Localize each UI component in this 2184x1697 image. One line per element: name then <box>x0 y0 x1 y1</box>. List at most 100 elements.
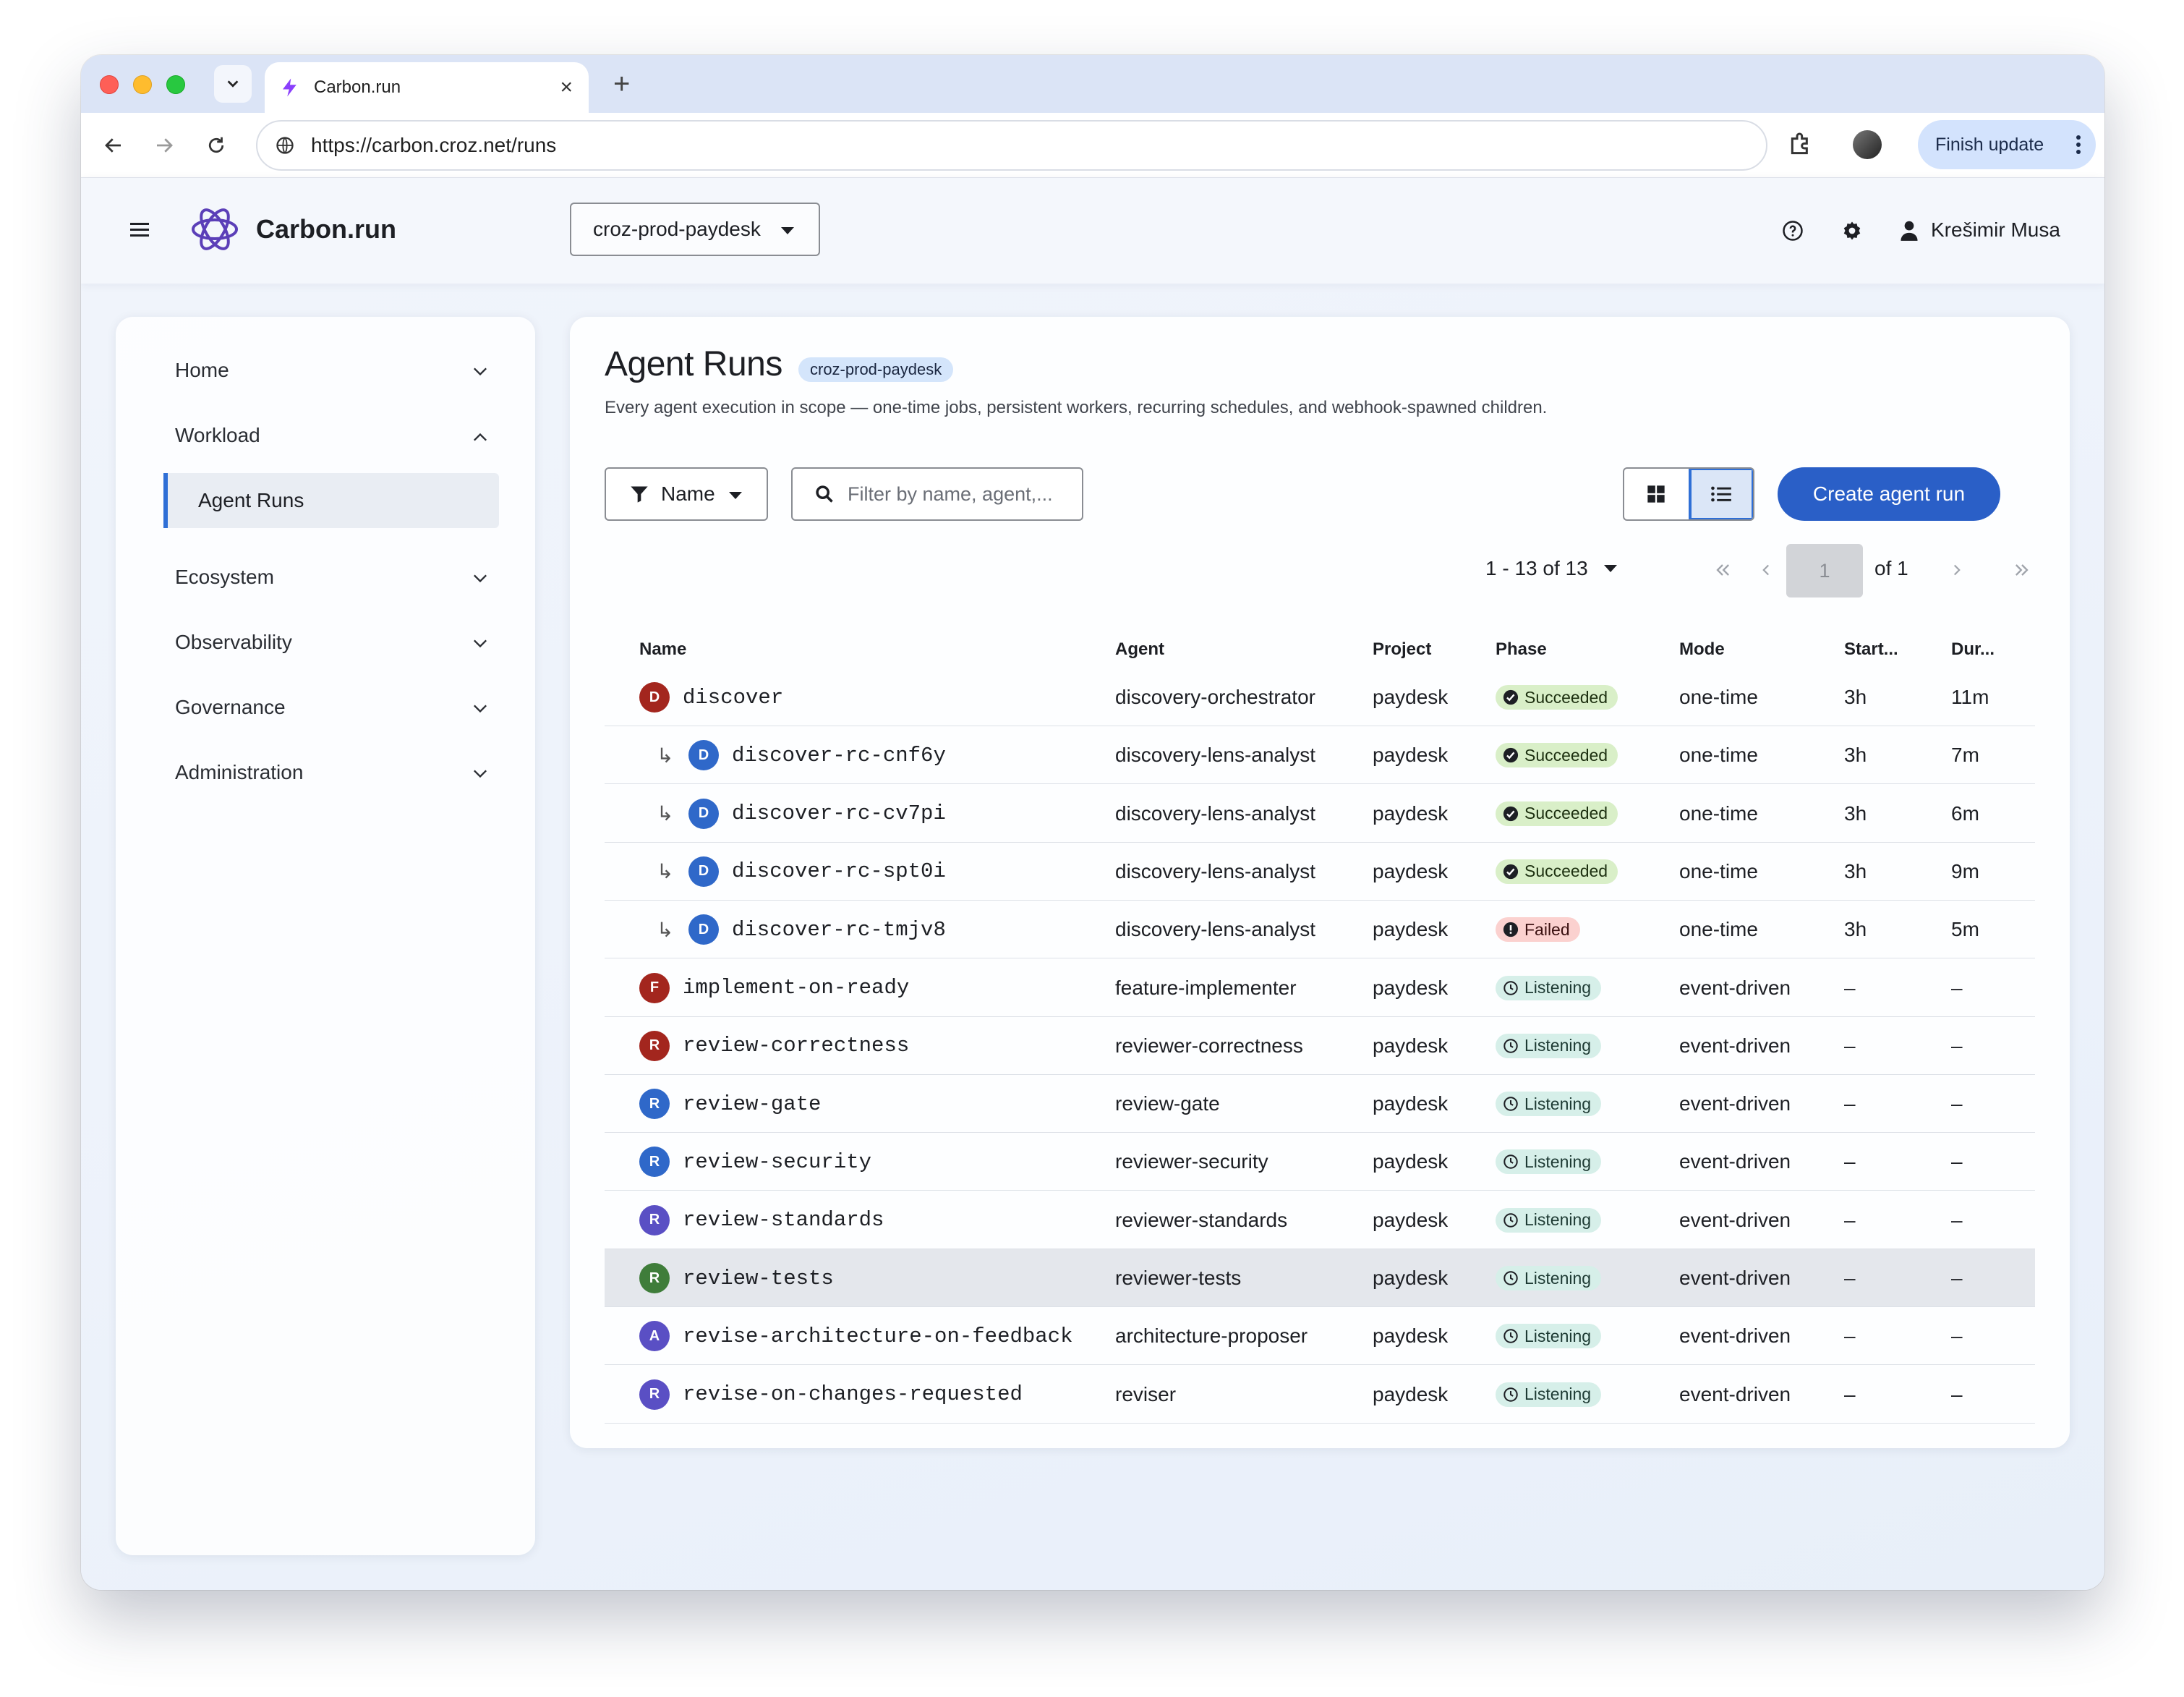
clock-icon <box>1503 980 1518 995</box>
column-header-mode[interactable]: Mode <box>1679 639 1725 660</box>
address-bar[interactable]: https://carbon.croz.net/runs <box>256 120 1767 171</box>
run-name-cell[interactable]: Ddiscover-rc-cv7pi <box>688 785 946 843</box>
run-name-cell[interactable]: Arevise-architecture-on-feedback <box>639 1307 1073 1365</box>
grid-view-button[interactable] <box>1624 469 1689 519</box>
table-row[interactable]: ↳ Ddiscover-rc-cnf6y discovery-lens-analys… <box>605 726 2035 785</box>
table-row[interactable]: ↳ Ddiscover-rc-cv7pi discovery-lens-analys… <box>605 785 2035 843</box>
sidebar-item-label: Governance <box>175 696 286 718</box>
run-name-cell[interactable]: Rreview-tests <box>639 1249 834 1307</box>
agent-cell: reviser <box>1115 1382 1177 1405</box>
run-name-link[interactable]: discover-rc-spt0i <box>732 859 946 883</box>
table-row[interactable]: Arevise-architecture-on-feedback architec… <box>605 1307 2035 1366</box>
run-name-cell[interactable]: Rreview-security <box>639 1133 871 1191</box>
project-cell: paydesk <box>1373 1150 1449 1173</box>
sidebar-item-governance[interactable]: Governance <box>175 686 493 729</box>
child-run-arrow-icon: ↳ <box>657 918 674 941</box>
run-name-cell[interactable]: Ddiscover <box>639 668 783 726</box>
run-name-cell[interactable]: Rreview-standards <box>639 1191 884 1249</box>
table-row[interactable]: Fimplement-on-ready feature-implementer pa… <box>605 959 2035 1017</box>
filter-attribute-dropdown[interactable]: Name <box>605 467 768 521</box>
sidebar-item-workload[interactable]: Workload <box>175 414 493 457</box>
browser-tab[interactable]: Carbon.run × <box>265 62 589 113</box>
check-circle-icon <box>1503 806 1519 821</box>
tab-list-button[interactable] <box>214 65 252 103</box>
sidebar-item-observability[interactable]: Observability <box>175 621 493 664</box>
search-box[interactable] <box>791 467 1083 521</box>
table-row[interactable]: ↳ Ddiscover-rc-tmjv8 discovery-lens-analys… <box>605 901 2035 959</box>
close-window-button[interactable] <box>100 75 119 94</box>
table-row[interactable]: Rreview-security reviewer-security paydesk… <box>605 1133 2035 1191</box>
run-name-link[interactable]: revise-architecture-on-feedback <box>683 1324 1073 1348</box>
sidebar-item-home[interactable]: Home <box>175 349 493 392</box>
finish-update-button[interactable]: Finish update <box>1918 120 2096 169</box>
previous-page-button[interactable] <box>1752 556 1780 584</box>
double-chevron-right-icon <box>2015 564 2029 576</box>
search-input[interactable] <box>846 482 1063 506</box>
run-name-link[interactable]: review-tests <box>683 1267 834 1290</box>
page-number-input[interactable]: 1 <box>1786 544 1863 597</box>
forward-button[interactable] <box>148 129 181 162</box>
column-header-project[interactable]: Project <box>1373 639 1431 660</box>
user-name[interactable]: Krešimir Musa <box>1931 218 2060 242</box>
sidebar-item-agent-runs[interactable]: Agent Runs <box>163 473 499 528</box>
profile-avatar[interactable] <box>1853 130 1882 159</box>
reload-button[interactable] <box>200 129 233 162</box>
settings-button[interactable] <box>1841 220 1863 245</box>
table-row[interactable]: Rreview-standards reviewer-standards payde… <box>605 1191 2035 1249</box>
run-name-link[interactable]: review-standards <box>683 1208 884 1232</box>
project-selector[interactable]: croz-prod-paydesk <box>570 203 820 256</box>
run-name-cell[interactable]: Rrevise-on-changes-requested <box>639 1366 1023 1424</box>
column-header-agent[interactable]: Agent <box>1115 639 1164 660</box>
run-name-link[interactable]: discover-rc-tmjv8 <box>732 918 946 942</box>
table-row[interactable]: Ddiscover discovery-orchestrator paydesk Su… <box>605 668 2035 726</box>
table-row[interactable]: ↳ Ddiscover-rc-spt0i discovery-lens-analys… <box>605 843 2035 901</box>
run-name-link[interactable]: discover-rc-cnf6y <box>732 744 946 767</box>
tab-close-icon[interactable]: × <box>560 77 573 98</box>
run-name-cell[interactable]: Ddiscover-rc-spt0i <box>688 843 946 901</box>
run-name-link[interactable]: review-correctness <box>683 1034 909 1058</box>
run-name-cell[interactable]: Ddiscover-rc-cnf6y <box>688 726 946 784</box>
last-page-button[interactable] <box>2008 556 2036 584</box>
column-header-start[interactable]: Start... <box>1844 639 1898 660</box>
run-name-cell[interactable]: Ddiscover-rc-tmjv8 <box>688 901 946 958</box>
duration-cell: 7m <box>1951 744 1979 767</box>
run-avatar: D <box>688 798 719 829</box>
minimize-window-button[interactable] <box>133 75 152 94</box>
column-header-name[interactable]: Name <box>639 639 686 660</box>
run-name-cell[interactable]: Rreview-gate <box>639 1075 821 1133</box>
run-avatar: R <box>639 1379 670 1410</box>
table-row[interactable]: Rreview-gate review-gate paydesk Listening e… <box>605 1075 2035 1134</box>
sidebar-item-administration[interactable]: Administration <box>175 751 493 794</box>
help-button[interactable] <box>1782 220 1804 245</box>
run-name-link[interactable]: review-gate <box>683 1092 821 1116</box>
run-name-link[interactable]: implement-on-ready <box>683 976 909 1000</box>
maximize-window-button[interactable] <box>166 75 185 94</box>
run-name-cell[interactable]: Rreview-correctness <box>639 1017 909 1075</box>
new-tab-button[interactable]: + <box>613 69 630 98</box>
back-button[interactable] <box>97 129 130 162</box>
table-row[interactable]: Rreview-tests reviewer-tests paydesk Listen… <box>605 1249 2035 1307</box>
user-menu-button[interactable] <box>1899 220 1919 245</box>
list-view-button[interactable] <box>1688 469 1753 519</box>
pagination-range-dropdown[interactable]: 1 - 13 of 13 <box>1485 557 1617 580</box>
run-name-link[interactable]: discover-rc-cv7pi <box>732 801 946 825</box>
column-header-phase[interactable]: Phase <box>1496 639 1547 660</box>
next-page-button[interactable] <box>1942 556 1971 584</box>
sidebar-item-ecosystem[interactable]: Ecosystem <box>175 556 493 599</box>
brand-name[interactable]: Carbon.run <box>256 214 396 244</box>
site-info-icon[interactable] <box>275 135 295 156</box>
agent-cell: reviewer-security <box>1115 1150 1268 1173</box>
run-name-link[interactable]: review-security <box>683 1150 871 1174</box>
run-name-cell[interactable]: Fimplement-on-ready <box>639 959 909 1017</box>
caret-down-icon <box>1603 565 1617 572</box>
table-row[interactable]: Rreview-correctness reviewer-correctness p… <box>605 1017 2035 1075</box>
table-row[interactable]: Rrevise-on-changes-requested reviser payde… <box>605 1366 2035 1424</box>
column-header-duration[interactable]: Dur... <box>1951 639 1995 660</box>
run-name-link[interactable]: revise-on-changes-requested <box>683 1382 1023 1406</box>
menu-button[interactable] <box>129 220 150 244</box>
first-page-button[interactable] <box>1708 556 1737 584</box>
extensions-button[interactable] <box>1786 130 1815 163</box>
run-avatar: R <box>639 1030 670 1061</box>
run-name-link[interactable]: discover <box>683 686 783 710</box>
create-agent-run-button[interactable]: Create agent run <box>1778 467 2000 521</box>
